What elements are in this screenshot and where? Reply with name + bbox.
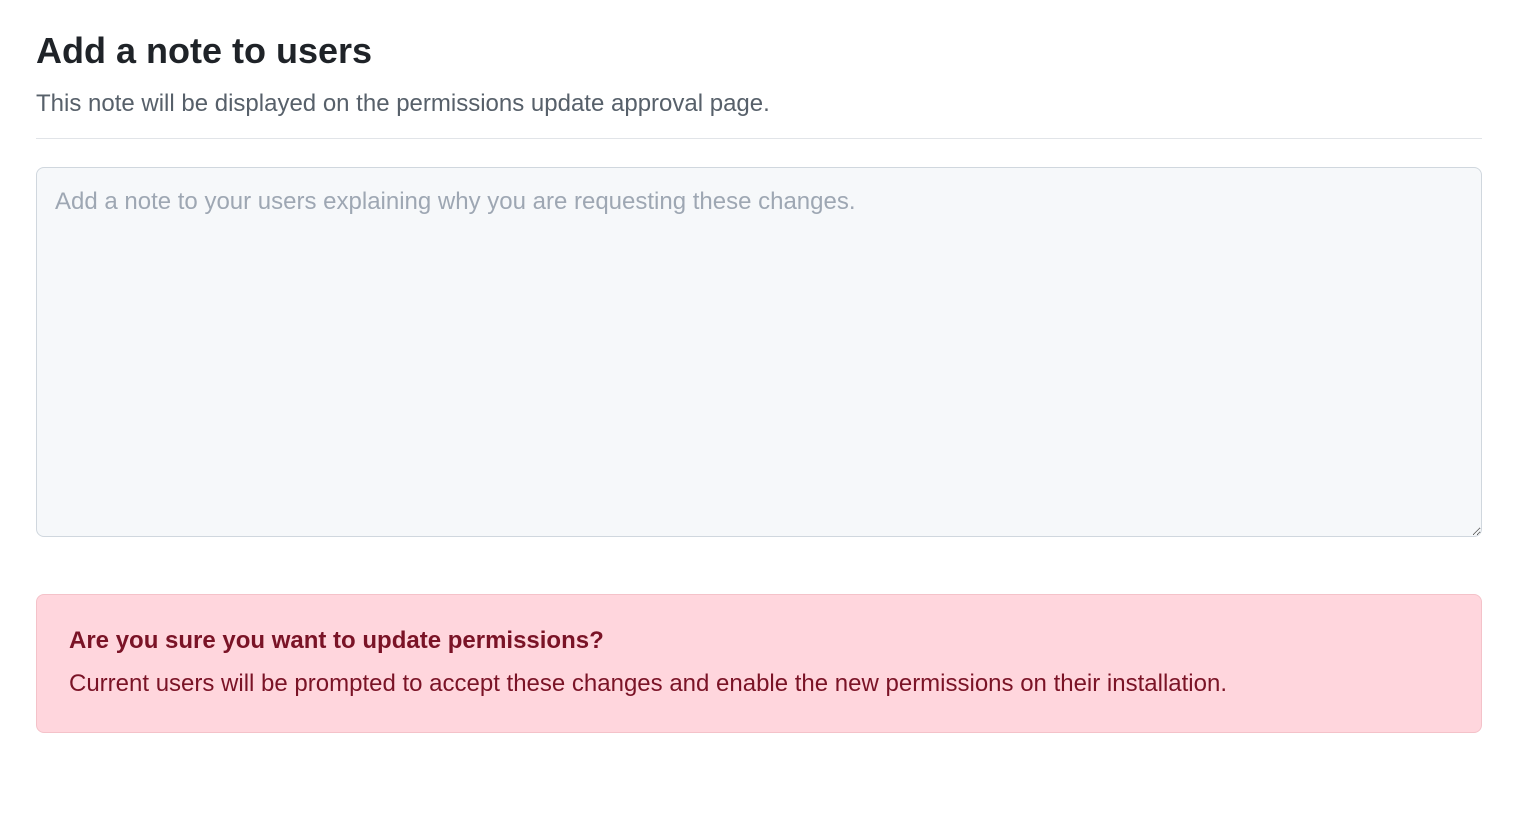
section-header: Add a note to users This note will be di… bbox=[36, 24, 1482, 139]
page-subtitle: This note will be displayed on the permi… bbox=[36, 86, 1482, 122]
page-title: Add a note to users bbox=[36, 24, 1482, 78]
note-textarea[interactable] bbox=[36, 167, 1482, 537]
warning-title: Are you sure you want to update permissi… bbox=[69, 623, 1449, 659]
warning-box: Are you sure you want to update permissi… bbox=[36, 594, 1482, 733]
warning-text: Current users will be prompted to accept… bbox=[69, 665, 1449, 702]
